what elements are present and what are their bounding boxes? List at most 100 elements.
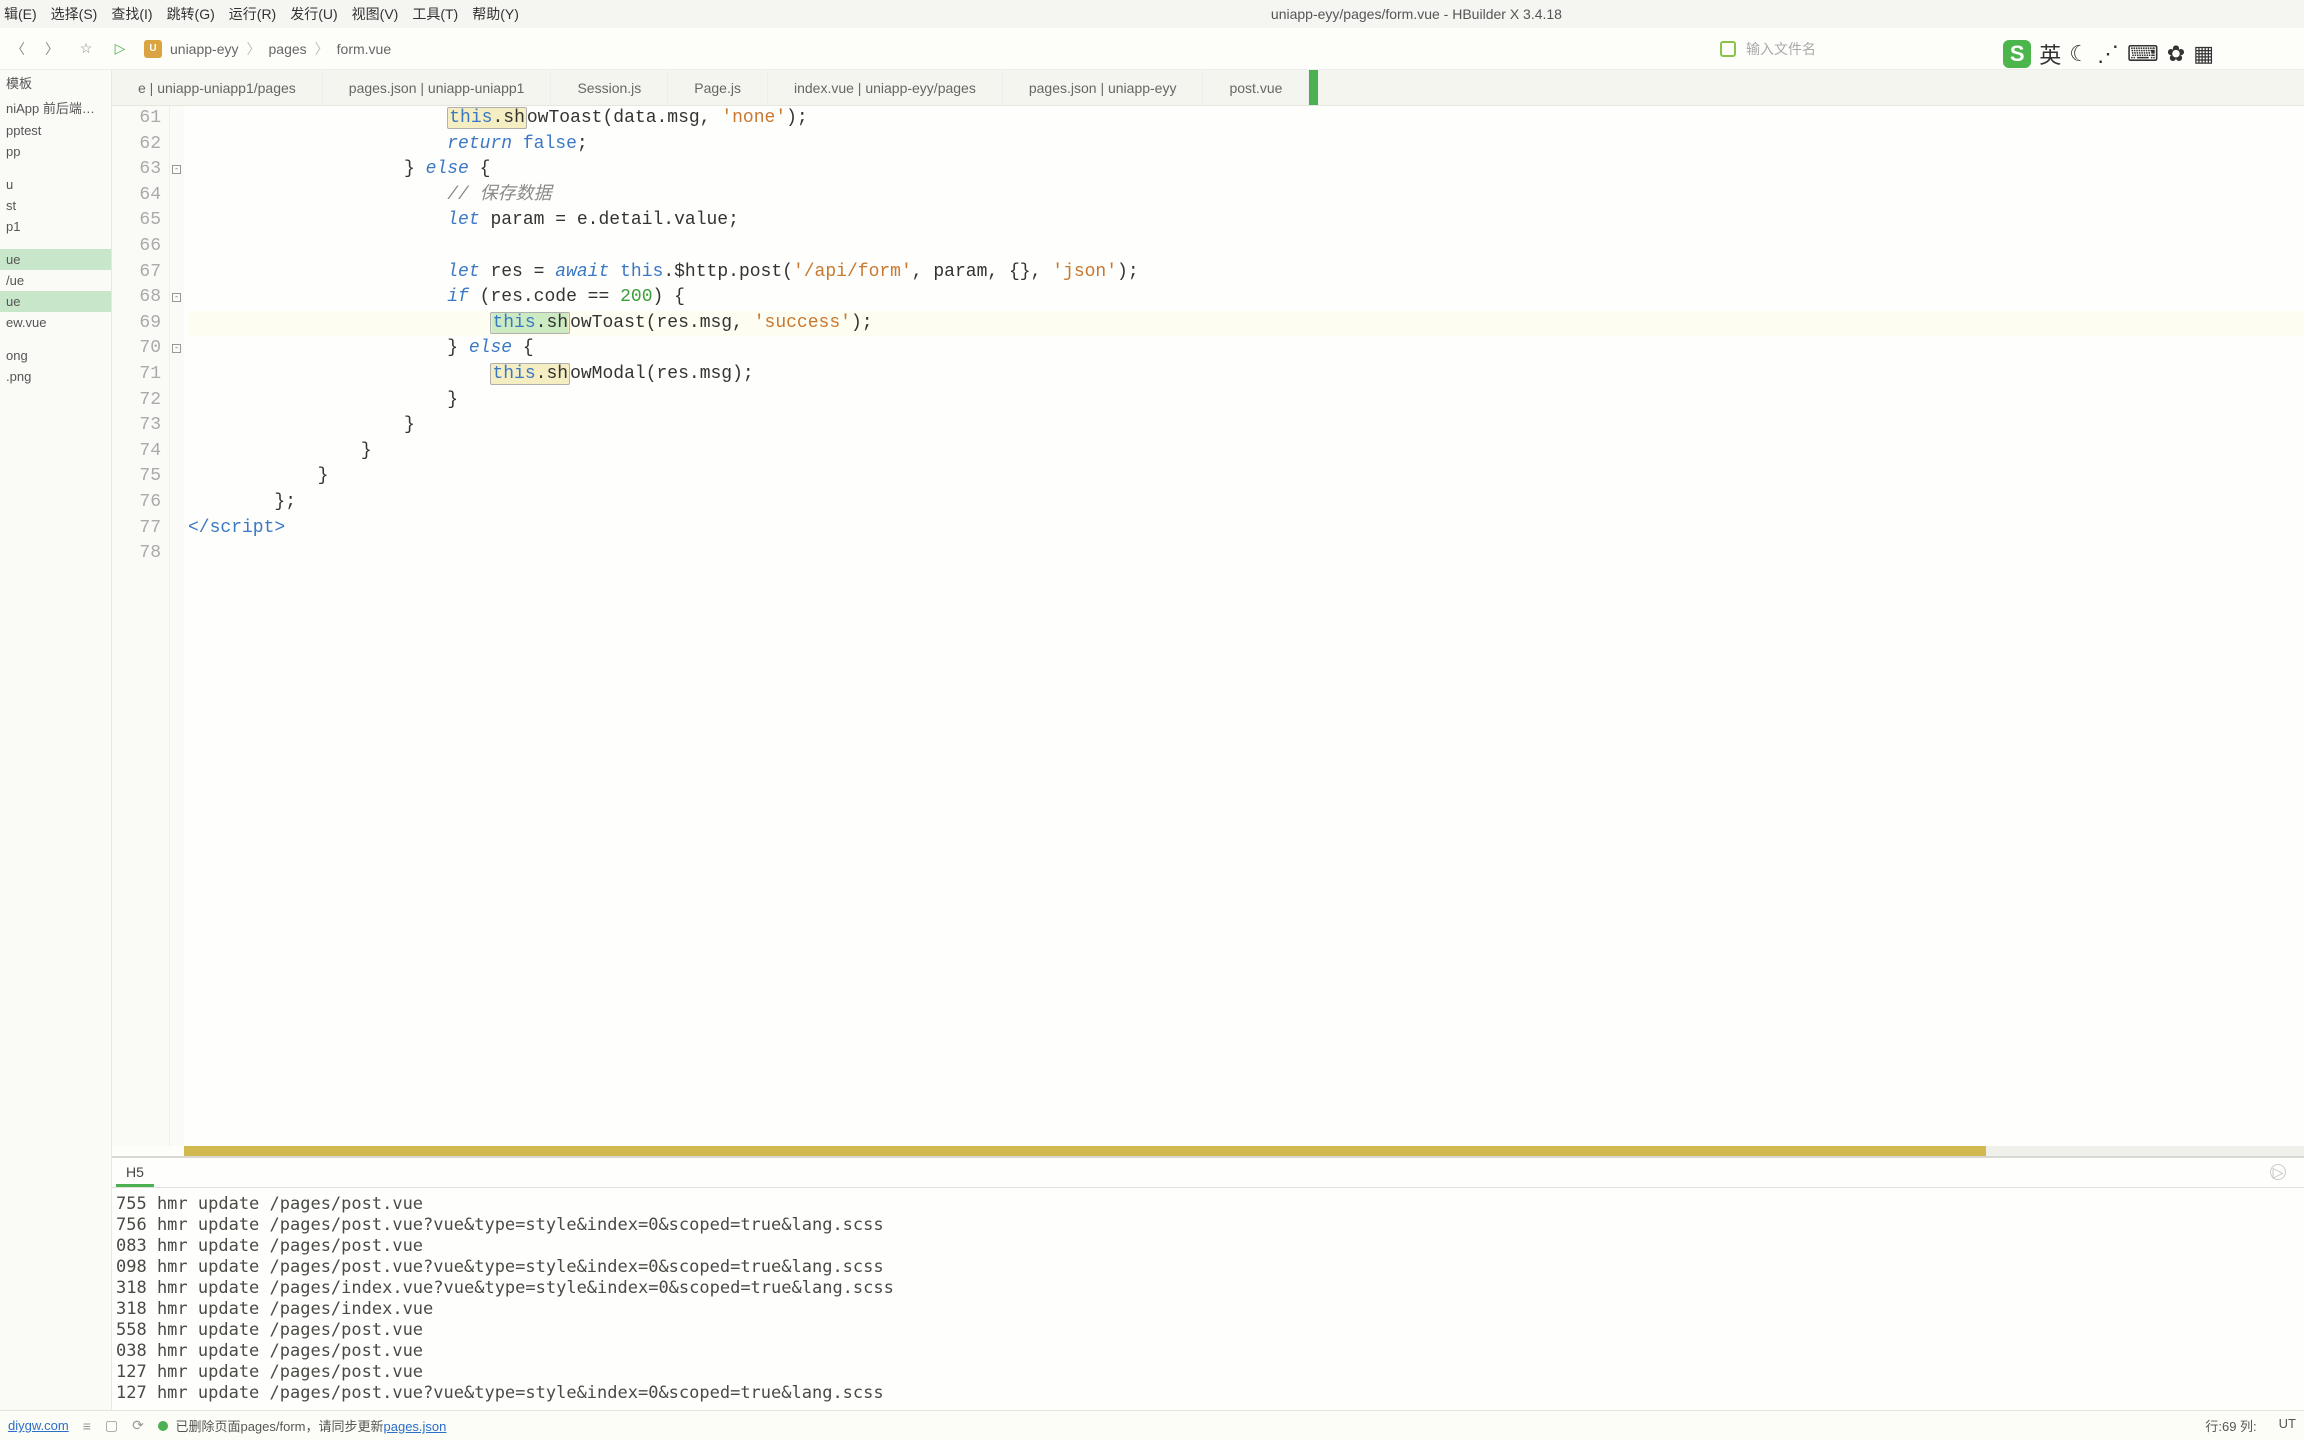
console-output[interactable]: 755 hmr update /pages/post.vue756 hmr up… [112, 1188, 2304, 1410]
console-line: 558 hmr update /pages/post.vue [116, 1320, 2300, 1341]
fold-toggle[interactable]: - [172, 293, 181, 302]
back-icon[interactable]: 〈 [8, 39, 28, 59]
sidebar-item[interactable]: pptest [0, 120, 111, 141]
star-icon[interactable]: ☆ [76, 39, 96, 59]
code-line[interactable]: // 保存数据 [188, 183, 2304, 209]
code-line[interactable]: let res = await this.$http.post('/api/fo… [188, 260, 2304, 286]
sidebar-item[interactable]: st [0, 195, 111, 216]
code-line[interactable] [188, 541, 2304, 567]
editor-tab[interactable]: e | uniapp-uniapp1/pages [112, 70, 323, 105]
fold-toggle[interactable]: - [172, 344, 181, 353]
system-tray: S 英 ☾ ⋰ ⌨ ✿ ▦ [2003, 38, 2214, 70]
status-site-link[interactable]: diygw.com [8, 1418, 69, 1433]
menu-view[interactable]: 视图(V) [352, 4, 399, 24]
terminal-icon[interactable]: ▢ [105, 1417, 118, 1434]
breadcrumb: U uniapp-eyy 〉 pages 〉 form.vue [144, 39, 391, 59]
fold-column[interactable]: - - - [170, 106, 184, 1146]
status-bar: diygw.com ≡ ▢ ⟳ 已删除页面pages/form，请同步更新pag… [0, 1410, 2304, 1440]
sidebar-item[interactable]: .png [0, 366, 111, 387]
console-tab-h5[interactable]: H5 [116, 1160, 154, 1187]
menu-find[interactable]: 查找(I) [111, 4, 152, 24]
editor-tab[interactable]: Session.js [551, 70, 668, 105]
sidebar-item[interactable]: ue [0, 249, 111, 270]
menu-edit[interactable]: 辑(E) [4, 4, 37, 24]
status-pagesjson-link[interactable]: pages.json [384, 1419, 447, 1434]
grid-icon[interactable]: ▦ [2193, 41, 2214, 67]
forward-icon[interactable]: 〉 [42, 39, 62, 59]
encoding-label[interactable]: UT [2279, 1416, 2296, 1435]
toolbar: 〈 〉 ☆ ▷ U uniapp-eyy 〉 pages 〉 form.vue … [0, 28, 2304, 70]
crumb-project[interactable]: uniapp-eyy [170, 41, 239, 57]
project-sidebar[interactable]: 模板niApp 前后端开...pptestppustp1ue/ueueew.vu… [0, 70, 112, 1410]
sidebar-item[interactable]: niApp 前后端开... [0, 95, 111, 120]
ime-lang-label[interactable]: 英 [2039, 38, 2061, 70]
tab-overflow-indicator[interactable] [1309, 70, 1319, 105]
code-content[interactable]: this.showToast(data.msg, 'none'); return… [184, 106, 2304, 1146]
console-stop-icon[interactable]: ▷ [2270, 1164, 2286, 1180]
menu-goto[interactable]: 跳转(G) [167, 4, 215, 24]
moon-icon[interactable]: ☾ [2069, 41, 2089, 67]
menu-bar: 辑(E) 选择(S) 查找(I) 跳转(G) 运行(R) 发行(U) 视图(V)… [0, 0, 2304, 28]
console-line: 038 hmr update /pages/post.vue [116, 1341, 2300, 1362]
code-line[interactable]: </script> [188, 516, 2304, 542]
editor-tab[interactable]: pages.json | uniapp-uniapp1 [323, 70, 552, 105]
sidebar-item[interactable]: ong [0, 345, 111, 366]
status-message: 已删除页面pages/form，请同步更新pages.json [158, 1416, 447, 1435]
editor-tab[interactable]: post.vue [1203, 70, 1309, 105]
crumb-folder[interactable]: pages [269, 41, 307, 57]
editor-tab[interactable]: pages.json | uniapp-eyy [1003, 70, 1204, 105]
console-line: 083 hmr update /pages/post.vue [116, 1236, 2300, 1257]
horizontal-scrollbar[interactable] [184, 1146, 2304, 1156]
menu-help[interactable]: 帮助(Y) [472, 4, 519, 24]
keyboard-icon[interactable]: ⌨ [2127, 41, 2159, 67]
sidebar-item[interactable]: ew.vue [0, 312, 111, 333]
sidebar-item[interactable]: u [0, 174, 111, 195]
fold-toggle[interactable]: - [172, 165, 181, 174]
code-line[interactable]: return false; [188, 132, 2304, 158]
code-line[interactable]: } [188, 439, 2304, 465]
code-line[interactable]: this.showToast(res.msg, 'success'); [188, 311, 2304, 337]
sogou-ime-icon[interactable]: S [2003, 40, 2031, 68]
sidebar-item[interactable]: p1 [0, 216, 111, 237]
sync-icon[interactable]: ⟳ [132, 1417, 144, 1434]
menu-run[interactable]: 运行(R) [229, 4, 276, 24]
code-line[interactable]: } else { [188, 157, 2304, 183]
line-gutter: 616263646566676869707172737475767778 [112, 106, 170, 1146]
menu-select[interactable]: 选择(S) [51, 4, 98, 24]
dots-icon[interactable]: ⋰ [2097, 41, 2119, 67]
filename-search[interactable]: 输入文件名 [1720, 39, 1816, 59]
code-line[interactable]: } [188, 413, 2304, 439]
code-line[interactable]: this.showModal(res.msg); [188, 362, 2304, 388]
editor-tab[interactable]: Page.js [668, 70, 768, 105]
console-panel: H5 ▷ 755 hmr update /pages/post.vue756 h… [112, 1156, 2304, 1410]
console-line: 098 hmr update /pages/post.vue?vue&type=… [116, 1257, 2300, 1278]
menu-publish[interactable]: 发行(U) [290, 4, 337, 24]
gear-icon[interactable]: ✿ [2167, 41, 2185, 67]
sidebar-item[interactable]: ue [0, 291, 111, 312]
code-line[interactable]: let param = e.detail.value; [188, 208, 2304, 234]
code-editor[interactable]: 616263646566676869707172737475767778 ---… [112, 106, 2304, 1146]
menu-tools[interactable]: 工具(T) [412, 4, 458, 24]
code-line[interactable]: this.showToast(data.msg, 'none'); [188, 106, 2304, 132]
filename-search-placeholder: 输入文件名 [1746, 39, 1816, 59]
code-line[interactable]: }; [188, 490, 2304, 516]
code-line[interactable]: } [188, 464, 2304, 490]
new-file-icon [1720, 41, 1736, 57]
list-icon[interactable]: ≡ [83, 1418, 91, 1434]
sidebar-item[interactable]: /ue [0, 270, 111, 291]
console-line: 127 hmr update /pages/post.vue?vue&type=… [116, 1383, 2300, 1404]
crumb-file[interactable]: form.vue [337, 41, 391, 57]
status-msg-text: 已删除页面pages/form，请同步更新 [175, 1419, 383, 1434]
status-dot-icon [158, 1421, 168, 1431]
console-line: 756 hmr update /pages/post.vue?vue&type=… [116, 1215, 2300, 1236]
console-line: 755 hmr update /pages/post.vue [116, 1194, 2300, 1215]
code-line[interactable]: } else { [188, 336, 2304, 362]
sidebar-item[interactable]: pp [0, 141, 111, 162]
code-line[interactable]: } [188, 388, 2304, 414]
scrollbar-thumb[interactable] [184, 1146, 1986, 1156]
sidebar-item[interactable]: 模板 [0, 70, 111, 95]
editor-tab[interactable]: index.vue | uniapp-eyy/pages [768, 70, 1003, 105]
code-line[interactable] [188, 234, 2304, 260]
code-line[interactable]: if (res.code == 200) { [188, 285, 2304, 311]
play-icon[interactable]: ▷ [110, 39, 130, 59]
